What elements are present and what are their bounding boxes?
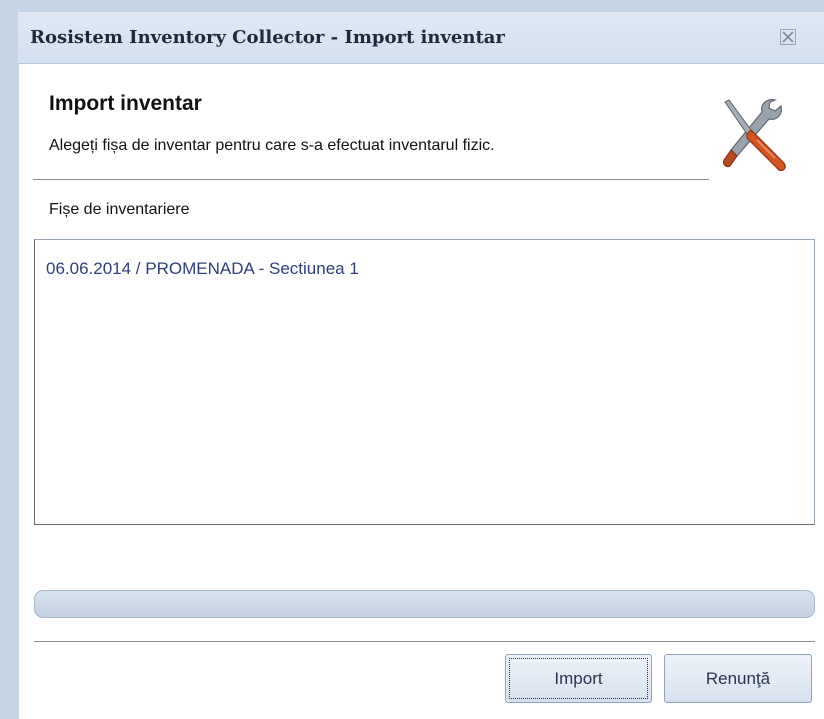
list-item[interactable]: 06.06.2014 / PROMENADA - Sectiunea 1 [46,259,359,279]
title-bar[interactable]: Rosistem Inventory Collector - Import in… [18,12,824,64]
import-dialog-window: Rosistem Inventory Collector - Import in… [0,0,824,719]
footer-separator [34,641,815,642]
focus-indicator [509,658,648,699]
inventory-sheets-list[interactable]: 06.06.2014 / PROMENADA - Sectiunea 1 [34,239,815,525]
list-label: Fișe de inventariere [49,201,190,218]
close-icon[interactable] [778,27,798,47]
dialog-content: Import inventar Alegeți fișa de inventar… [18,64,824,719]
progress-bar [34,590,815,618]
window-title: Rosistem Inventory Collector - Import in… [30,27,505,48]
import-button[interactable]: Import [505,654,652,703]
page-title: Import inventar [49,92,202,115]
tools-icon [717,94,795,176]
cancel-button[interactable]: Renunţă [664,654,812,703]
cancel-button-label: Renunţă [705,668,771,688]
header-separator [33,179,709,180]
page-description: Alegeți fișa de inventar pentru care s-a… [49,137,495,154]
